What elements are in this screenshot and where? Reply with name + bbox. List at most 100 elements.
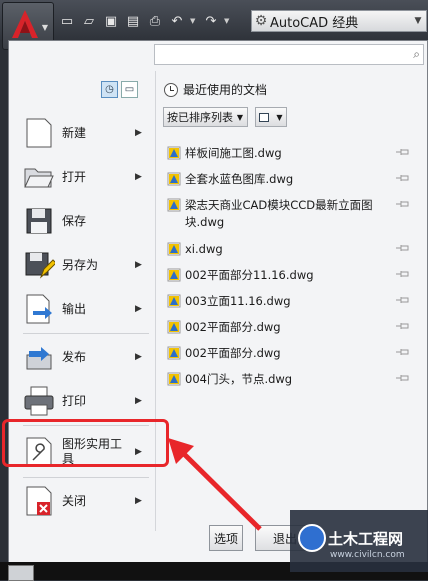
menu-item-label: 输出 (62, 301, 87, 316)
display-style-dropdown[interactable]: ▼ (255, 107, 287, 127)
dwg-file-icon (167, 372, 181, 386)
search-input[interactable]: ⌕ (154, 44, 424, 65)
file-name: 002平面部分.dwg (185, 320, 281, 334)
recent-file-item[interactable]: 样板间施工图.dwg (167, 145, 417, 162)
menu-item-label: 保存 (62, 213, 87, 228)
menu-item-close[interactable]: 关闭 ▶ (9, 481, 155, 521)
recent-documents-title: 最近使用的文档 (183, 83, 268, 97)
recent-documents-view-icon[interactable]: ◷ (101, 81, 118, 98)
watermark-url: www.civilcn.com (330, 550, 405, 560)
file-name: 样板间施工图.dwg (185, 146, 282, 160)
menu-divider (23, 477, 149, 478)
menu-item-label: 新建 (62, 125, 87, 140)
pin-icon[interactable] (396, 270, 410, 278)
open-icon[interactable]: ▱ (80, 12, 98, 30)
export-icon (26, 294, 52, 324)
menu-item-label: 发布 (62, 349, 87, 364)
close-document-icon (26, 486, 52, 516)
recent-file-item[interactable]: xi.dwg (167, 241, 417, 258)
dwg-file-icon (167, 320, 181, 334)
save-as-icon[interactable]: ▤ (124, 12, 142, 30)
layout-tab-icon[interactable] (8, 565, 34, 581)
undo-dropdown-icon[interactable]: ▼ (190, 17, 198, 25)
open-folder-icon (24, 168, 54, 188)
chevron-right-icon: ▶ (135, 352, 142, 362)
publish-icon (26, 347, 52, 370)
chevron-down-icon: ▼ (276, 112, 283, 122)
undo-icon[interactable]: ↶ (168, 12, 186, 30)
autocad-logo-icon (12, 10, 38, 38)
highlight-box (2, 419, 169, 467)
file-name: xi.dwg (185, 242, 223, 256)
chevron-right-icon: ▶ (135, 128, 142, 138)
workspace-selector[interactable]: ⚙ AutoCAD 经典 ▼ (251, 10, 427, 32)
watermark-title: 土木工程网 (328, 530, 404, 548)
recent-file-item[interactable]: 003立面11.16.dwg (167, 293, 417, 310)
pin-icon[interactable] (396, 148, 410, 156)
search-icon: ⌕ (413, 47, 420, 61)
recent-file-item[interactable]: 梁志天商业CAD模块CCD最新立面图块.dwg (167, 197, 417, 231)
dwg-file-icon (167, 294, 181, 308)
sort-dropdown[interactable]: 按已排序列表 ▼ (163, 107, 248, 127)
printer-icon (24, 386, 54, 416)
pin-icon[interactable] (396, 200, 410, 208)
clock-icon (164, 82, 178, 97)
save-disk-icon (26, 208, 52, 234)
chevron-down-icon: ▼ (414, 16, 422, 26)
recent-file-item[interactable]: 002平面部分.dwg (167, 319, 417, 336)
menu-item-save-as[interactable]: 另存为 ▶ (9, 245, 155, 285)
redo-icon[interactable]: ↷ (202, 12, 220, 30)
new-file-icon (26, 118, 52, 148)
menu-divider (23, 333, 149, 334)
save-icon[interactable]: ▣ (102, 12, 120, 30)
file-name: 梁志天商业CAD模块CCD最新立面图块.dwg (185, 198, 373, 229)
workspace-label: AutoCAD 经典 (270, 15, 359, 31)
dwg-file-icon (167, 346, 181, 360)
file-name: 002平面部分11.16.dwg (185, 268, 314, 282)
watermark-logo-icon (298, 524, 326, 552)
dwg-file-icon (167, 172, 181, 186)
chevron-right-icon: ▶ (135, 496, 142, 506)
gear-icon: ⚙ (254, 13, 268, 29)
chevron-down-icon: ▼ (236, 112, 243, 122)
redo-dropdown-icon[interactable]: ▼ (224, 17, 232, 25)
save-as-icon (25, 252, 55, 279)
recent-file-item[interactable]: 全套水蓝色图库.dwg (167, 171, 417, 188)
menu-item-print[interactable]: 打印 ▶ (9, 381, 155, 421)
dwg-file-icon (167, 146, 181, 160)
menu-item-export[interactable]: 输出 ▶ (9, 289, 155, 329)
menu-item-open[interactable]: 打开 ▶ (9, 157, 155, 197)
chevron-right-icon: ▶ (135, 260, 142, 270)
menu-item-label: 打印 (62, 393, 87, 408)
pin-icon[interactable] (396, 244, 410, 252)
print-icon[interactable]: ⎙ (146, 12, 164, 30)
dwg-file-icon (167, 268, 181, 282)
recent-documents-header: 最近使用的文档 (164, 81, 267, 98)
file-name: 003立面11.16.dwg (185, 294, 291, 308)
open-documents-view-icon[interactable]: ▭ (121, 81, 138, 98)
recent-file-item[interactable]: 002平面部分11.16.dwg (167, 267, 417, 284)
file-name: 002平面部分.dwg (185, 346, 281, 360)
icon-view-icon (259, 112, 270, 122)
menu-item-label: 另存为 (62, 257, 99, 272)
pin-icon[interactable] (396, 322, 410, 330)
red-arrow-annotation (168, 438, 262, 531)
menu-item-new[interactable]: 新建 ▶ (9, 113, 155, 153)
view-toggle: ◷ ▭ (101, 81, 138, 98)
pin-icon[interactable] (396, 174, 410, 182)
dwg-file-icon (167, 242, 181, 256)
recent-file-item[interactable]: 004门头，节点.dwg (167, 371, 417, 388)
new-icon[interactable]: ▭ (58, 12, 76, 30)
recent-file-item[interactable]: 002平面部分.dwg (167, 345, 417, 362)
dwg-file-icon (167, 198, 181, 212)
pin-icon[interactable] (396, 348, 410, 356)
menu-item-save[interactable]: 保存 (9, 201, 155, 241)
pin-icon[interactable] (396, 374, 410, 382)
title-bar: ▼ ▭ ▱ ▣ ▤ ⎙ ↶ ▼ ↷ ▼ ⚙ AutoCAD 经典 ▼ (0, 0, 428, 50)
chevron-down-icon: ▼ (41, 23, 48, 32)
menu-item-label: 关闭 (62, 493, 87, 508)
chevron-right-icon: ▶ (135, 304, 142, 314)
pin-icon[interactable] (396, 296, 410, 304)
chevron-right-icon: ▶ (135, 172, 142, 182)
menu-item-publish[interactable]: 发布 ▶ (9, 337, 155, 377)
